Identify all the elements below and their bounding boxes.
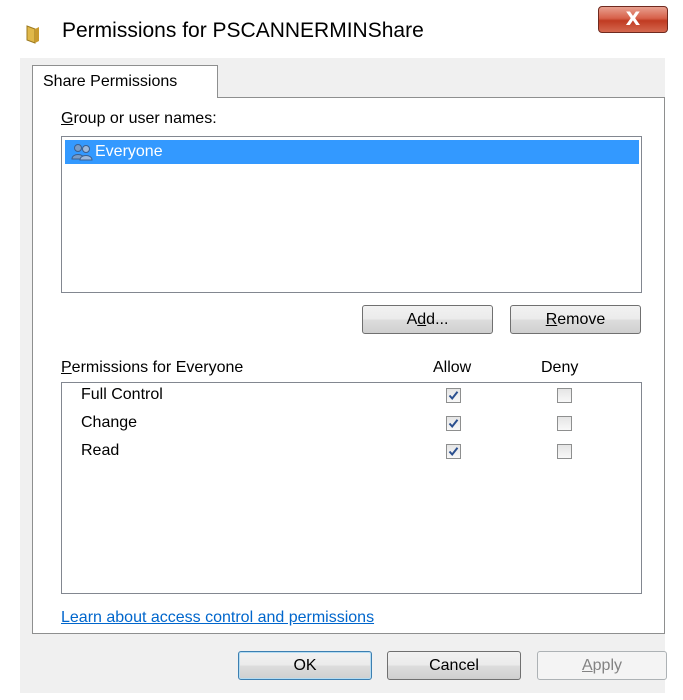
permissions-label: Permissions for Everyone (61, 359, 244, 376)
permission-name: Read (81, 442, 120, 459)
ok-button[interactable]: OK (238, 651, 372, 680)
window-title: Permissions for PSCANNERMINShare (62, 19, 424, 42)
allow-checkbox[interactable] (446, 416, 461, 431)
allow-checkbox[interactable] (446, 444, 461, 459)
permission-name: Full Control (81, 386, 163, 403)
allow-column-header: Allow (433, 359, 472, 376)
group-user-list[interactable]: Everyone (61, 136, 642, 293)
close-button[interactable]: X (598, 6, 668, 33)
close-icon: X (625, 8, 641, 30)
group-user-names-label: Group or user names: (61, 110, 217, 127)
tab-label: Share Permissions (43, 73, 178, 90)
tab-share-permissions[interactable]: Share Permissions (32, 65, 218, 98)
permissions-dialog: Permissions for PSCANNERMINShare X Share… (0, 0, 683, 700)
cancel-button[interactable]: Cancel (387, 651, 521, 680)
remove-button[interactable]: Remove (510, 305, 641, 334)
apply-button[interactable]: Apply (537, 651, 667, 680)
deny-checkbox[interactable] (557, 416, 572, 431)
allow-checkbox[interactable] (446, 388, 461, 403)
list-item-label: Everyone (95, 143, 163, 160)
deny-checkbox[interactable] (557, 444, 572, 459)
add-button[interactable]: Add... (362, 305, 493, 334)
deny-column-header: Deny (541, 359, 579, 376)
access-control-help-link[interactable]: Learn about access control and permissio… (61, 609, 374, 627)
list-item[interactable]: Everyone (65, 140, 639, 164)
folder-icon (26, 25, 39, 44)
title-bar[interactable]: Permissions for PSCANNERMINShare X (0, 0, 683, 58)
permissions-list (61, 382, 642, 594)
permission-name: Change (81, 414, 138, 431)
deny-checkbox[interactable] (557, 388, 572, 403)
